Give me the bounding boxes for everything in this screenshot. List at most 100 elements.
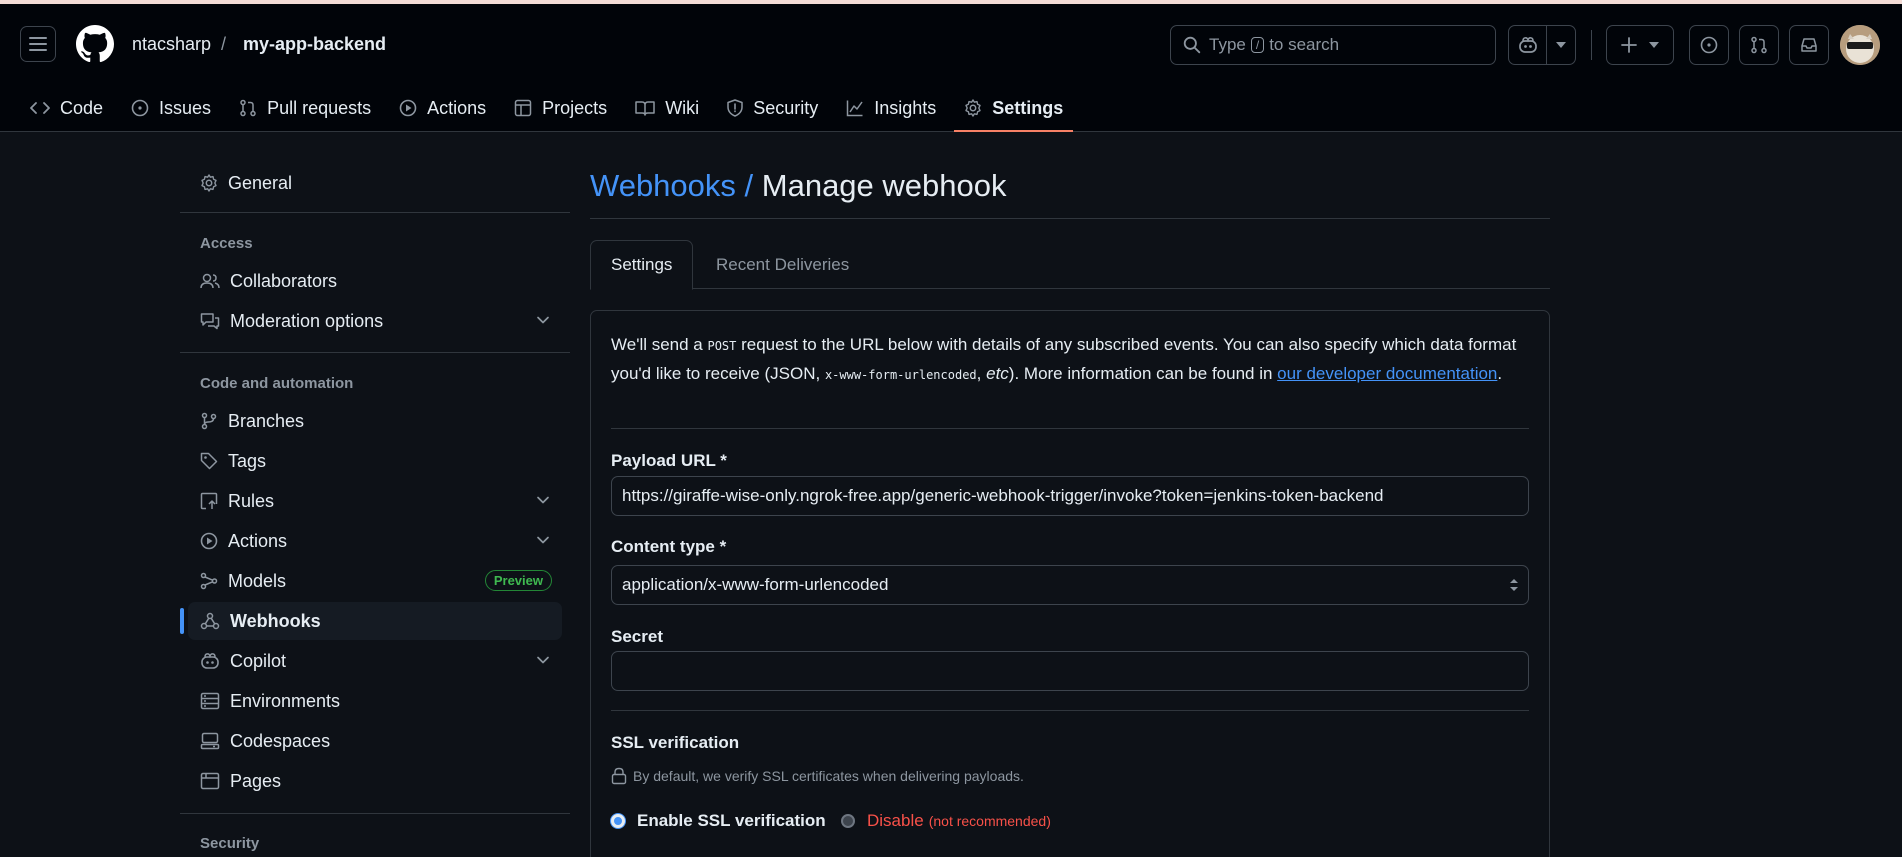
sidebar-item-collaborators[interactable]: Collaborators [188, 262, 562, 300]
sidebar-item-pages[interactable]: Pages [188, 762, 562, 800]
sidebar-item-copilot[interactable]: Copilot [188, 642, 562, 680]
breadcrumb-webhooks-link[interactable]: Webhooks / [590, 168, 753, 203]
copilot-icon [1518, 37, 1537, 53]
issues-button[interactable] [1689, 25, 1729, 65]
tab-projects[interactable]: Projects [504, 88, 617, 128]
ssl-enable-radio[interactable]: Enable SSL verification [611, 811, 826, 831]
repo-name-link[interactable]: my-app-backend [243, 34, 386, 55]
sidebar-item-environments[interactable]: Environments [188, 682, 562, 720]
sidebar-item-tags[interactable]: Tags [188, 442, 562, 480]
sidebar-heading-code: Code and automation [200, 375, 354, 392]
tab-pull-requests-label: Pull requests [267, 97, 372, 118]
sidebar-item-webhooks[interactable]: Webhooks [180, 602, 562, 640]
form-divider [611, 710, 1529, 711]
tab-settings[interactable]: Settings [590, 240, 694, 290]
people-icon [200, 273, 220, 289]
webhook-settings-form: We'll send a POST request to the URL bel… [590, 310, 1550, 857]
payload-url-input[interactable]: https://giraffe-wise-only.ngrok-free.app… [611, 476, 1529, 516]
issue-icon [131, 99, 149, 117]
triangle-down-icon [1649, 42, 1659, 48]
git-branch-icon [201, 412, 217, 430]
sidebar-item-moderation[interactable]: Moderation options [188, 302, 562, 340]
intro-part: We'll send a [611, 335, 708, 354]
create-new-button[interactable] [1606, 25, 1674, 65]
copilot-button[interactable] [1509, 26, 1546, 64]
browser-icon [200, 772, 220, 790]
developer-docs-link[interactable]: our developer documentation [1277, 364, 1497, 383]
sidebar-item-general[interactable]: General [188, 164, 562, 202]
header-divider [1591, 30, 1592, 60]
sidebar-heading-access: Access [200, 235, 253, 252]
payload-url-label: Payload URL * [611, 451, 727, 470]
tab-issues-label: Issues [159, 97, 212, 118]
sidebar-item-branches[interactable]: Branches [188, 402, 562, 440]
radio-unselected-indicator [841, 814, 855, 828]
sidebar-item-label: Pages [230, 770, 282, 791]
graph-icon [846, 100, 863, 117]
git-pull-request-icon [1751, 36, 1767, 54]
sidebar-heading-security: Security [200, 835, 260, 852]
code-icon [30, 102, 50, 114]
webhook-icon [200, 612, 220, 630]
tab-settings-label: Settings [992, 97, 1064, 118]
page-title-text: Manage webhook [761, 168, 1007, 203]
breadcrumb-separator: / [221, 34, 227, 54]
book-icon [635, 101, 655, 116]
sidebar-divider [180, 352, 570, 353]
tab-issues[interactable]: Issues [121, 88, 221, 128]
secret-input[interactable] [611, 651, 1529, 691]
global-header: ntacsharp / my-app-backend Type / to sea… [0, 4, 1902, 132]
search-input[interactable]: Type / to search [1170, 25, 1496, 65]
triangle-down-icon [1556, 42, 1567, 48]
inbox-button[interactable] [1789, 25, 1829, 65]
tab-actions[interactable]: Actions [389, 88, 496, 128]
tab-settings[interactable]: Settings [954, 88, 1074, 132]
sidebar-divider [180, 212, 570, 213]
sidebar-item-rules[interactable]: Rules [188, 482, 562, 520]
content-type-value: application/x-www-form-urlencoded [622, 575, 889, 594]
tab-code[interactable]: Code [20, 88, 113, 128]
secret-label: Secret [611, 627, 663, 646]
tab-code-label: Code [60, 97, 104, 118]
tab-security[interactable]: Security [717, 88, 828, 128]
search-placeholder-pre: Type [1209, 35, 1246, 54]
webhook-tabs: Settings Recent Deliveries [590, 240, 1550, 290]
chevron-down-icon [537, 536, 549, 544]
pull-request-icon [240, 99, 256, 117]
tab-pull-requests[interactable]: Pull requests [229, 88, 381, 128]
chevron-down-icon [537, 316, 549, 324]
plus-icon [1621, 37, 1637, 53]
intro-text: We'll send a POST request to the URL bel… [611, 331, 1531, 389]
menu-button[interactable] [20, 26, 56, 62]
repo-owner-link[interactable]: ntacsharp [132, 34, 211, 55]
ssl-enable-label: Enable SSL verification [637, 811, 826, 830]
chevron-down-icon [537, 656, 549, 664]
pull-requests-button[interactable] [1739, 25, 1779, 65]
copilot-dropdown-button[interactable] [1547, 26, 1575, 64]
search-shortcut-key: / [1250, 37, 1265, 53]
sidebar-item-label: Models [228, 570, 287, 591]
intro-form-code: x-www-form-urlencoded [824, 368, 977, 382]
content-type-select[interactable]: application/x-www-form-urlencoded [611, 565, 1529, 605]
tab-wiki[interactable]: Wiki [625, 88, 709, 128]
gear-icon [201, 174, 217, 192]
preview-badge: Preview [484, 570, 552, 591]
github-logo-icon[interactable] [76, 25, 114, 63]
user-avatar[interactable] [1840, 25, 1880, 65]
issue-opened-icon [1700, 36, 1718, 54]
ssl-hint-text: By default, we verify SSL certificates w… [633, 768, 1024, 784]
sidebar-item-label: Actions [228, 530, 288, 551]
server-icon [200, 692, 220, 710]
sidebar-item-codespaces[interactable]: Codespaces [188, 722, 562, 760]
ssl-disable-radio[interactable]: Disable (not recommended) [841, 811, 1051, 831]
sidebar-item-label: Codespaces [230, 730, 331, 751]
tab-recent-deliveries[interactable]: Recent Deliveries [696, 240, 869, 290]
sidebar-item-actions[interactable]: Actions [188, 522, 562, 560]
search-placeholder-post: to search [1269, 35, 1340, 54]
ssl-disable-note: (not recommended) [928, 813, 1051, 829]
tab-insights[interactable]: Insights [836, 88, 946, 128]
comment-discussion-icon [200, 313, 220, 330]
sidebar-item-models[interactable]: Models Preview [188, 562, 562, 600]
ssl-disable-label: Disable [867, 811, 924, 830]
form-divider [611, 428, 1529, 429]
